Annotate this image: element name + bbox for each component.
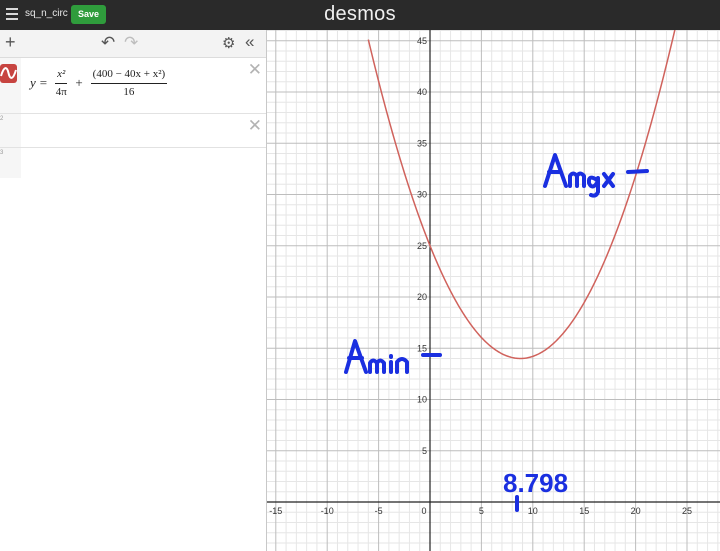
x-tick-label: 5 — [479, 506, 484, 516]
x-tick-label: 10 — [528, 506, 538, 516]
y-tick-label: 45 — [417, 36, 427, 46]
fraction-1-numerator: x² — [55, 68, 68, 84]
fraction-1: x² 4π — [55, 68, 68, 98]
plus-icon[interactable]: + — [5, 32, 16, 53]
fraction-2-denominator: 16 — [123, 86, 135, 98]
expression-index: 2 — [0, 116, 4, 122]
double-chevron-left-icon[interactable]: « — [245, 32, 254, 52]
y-tick-label: 10 — [417, 395, 427, 405]
formula-plus: + — [75, 75, 83, 90]
fraction-2: (400 − 40x + x²) 16 — [90, 68, 168, 98]
fraction-1-denominator: 4π — [55, 86, 67, 98]
x-tick-label: 0 — [421, 506, 426, 516]
y-tick-label: 40 — [417, 87, 427, 97]
redo-icon[interactable]: ↷ — [124, 33, 138, 53]
fraction-2-numerator: (400 − 40x + x²) — [90, 68, 168, 84]
graph-paper[interactable]: -15 -10 -5 0 5 10 15 20 25 5 10 15 20 25 30 35 40 45 8.7… — [267, 30, 720, 551]
gear-icon[interactable]: ⚙ — [222, 34, 235, 52]
desmos-logo: desmos — [324, 3, 396, 25]
x-tick-label: 15 — [579, 506, 589, 516]
expression-panel: + ↶ ↷ ⚙ « y = x² 4π + (400 − 40x + x²) 1… — [0, 30, 267, 551]
y-tick-label: 25 — [417, 241, 427, 251]
top-bar: sq_n_circ Save desmos — [0, 0, 720, 30]
y-tick-label: 35 — [417, 138, 427, 148]
y-tick-label: 15 — [417, 343, 427, 353]
formula[interactable]: y = x² 4π + (400 − 40x + x²) 16 — [30, 68, 171, 98]
y-tick-label: 5 — [422, 446, 427, 456]
expression-row[interactable]: y = x² 4π + (400 − 40x + x²) 16 ✕ — [0, 58, 266, 114]
x-tick-label: -5 — [375, 506, 383, 516]
formula-lhs: y — [30, 75, 36, 90]
delete-expression-icon[interactable]: ✕ — [248, 60, 262, 80]
expression-row[interactable]: 2 ✕ — [0, 114, 266, 148]
y-tick-label: 20 — [417, 292, 427, 302]
x-tick-label: -15 — [269, 506, 282, 516]
formula-equals: = — [39, 75, 48, 90]
x-min-value: 8.798 — [503, 468, 568, 498]
x-tick-label: 25 — [682, 506, 692, 516]
expression-row[interactable]: 3 — [0, 148, 266, 178]
expression-index: 3 — [0, 150, 4, 156]
delete-expression-icon[interactable]: ✕ — [248, 116, 262, 136]
x-tick-label: -10 — [321, 506, 334, 516]
y-tick-label: 30 — [417, 190, 427, 200]
curve-color-icon[interactable] — [0, 64, 17, 83]
undo-icon[interactable]: ↶ — [101, 33, 115, 53]
x-tick-label: 20 — [631, 506, 641, 516]
expression-toolbar: + ↶ ↷ ⚙ « — [0, 30, 266, 58]
